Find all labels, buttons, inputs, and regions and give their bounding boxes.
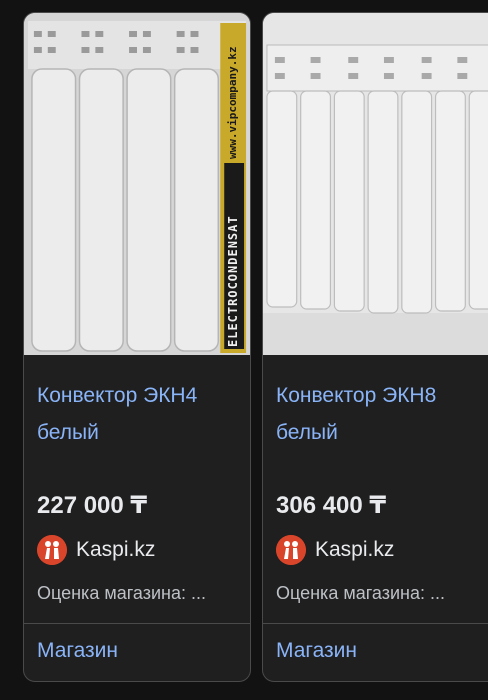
- product-price: 227 000 ₸: [37, 492, 148, 519]
- seller-row: Kaspi.kz: [37, 535, 155, 565]
- store-rating-label: Оценка магазина: ...: [276, 583, 445, 603]
- product-title[interactable]: Конвектор ЭКН4 белый: [37, 377, 242, 451]
- product-price: 306 400 ₸: [276, 492, 387, 519]
- card-divider: [24, 623, 250, 624]
- seller-name: Kaspi.kz: [315, 538, 395, 561]
- seller-name: Kaspi.kz: [76, 538, 156, 561]
- product-card[interactable]: Конвектор ЭКН8 белый 306 400 ₸ Kaspi.kz …: [262, 12, 488, 682]
- product-image[interactable]: ELECTROCONDENSAT www.vipcompany.kz: [24, 13, 250, 355]
- card-divider: [263, 623, 488, 624]
- product-card[interactable]: ELECTROCONDENSAT www.vipcompany.kz Конве…: [23, 12, 251, 682]
- image-brand-text: ELECTROCONDENSAT: [226, 215, 240, 347]
- seller-logo-icon: [37, 535, 67, 565]
- radiator-4-image: [24, 13, 250, 355]
- product-image[interactable]: [263, 13, 488, 355]
- store-rating-label: Оценка магазина: ...: [37, 583, 206, 603]
- seller-row: Kaspi.kz: [276, 535, 394, 565]
- shop-link[interactable]: Магазин: [276, 639, 357, 663]
- image-url-text: www.vipcompany.kz: [226, 46, 239, 159]
- product-title[interactable]: Конвектор ЭКН8 белый: [276, 377, 481, 451]
- shop-link[interactable]: Магазин: [37, 639, 118, 663]
- seller-logo-icon: [276, 535, 306, 565]
- radiator-8-image: [263, 13, 488, 355]
